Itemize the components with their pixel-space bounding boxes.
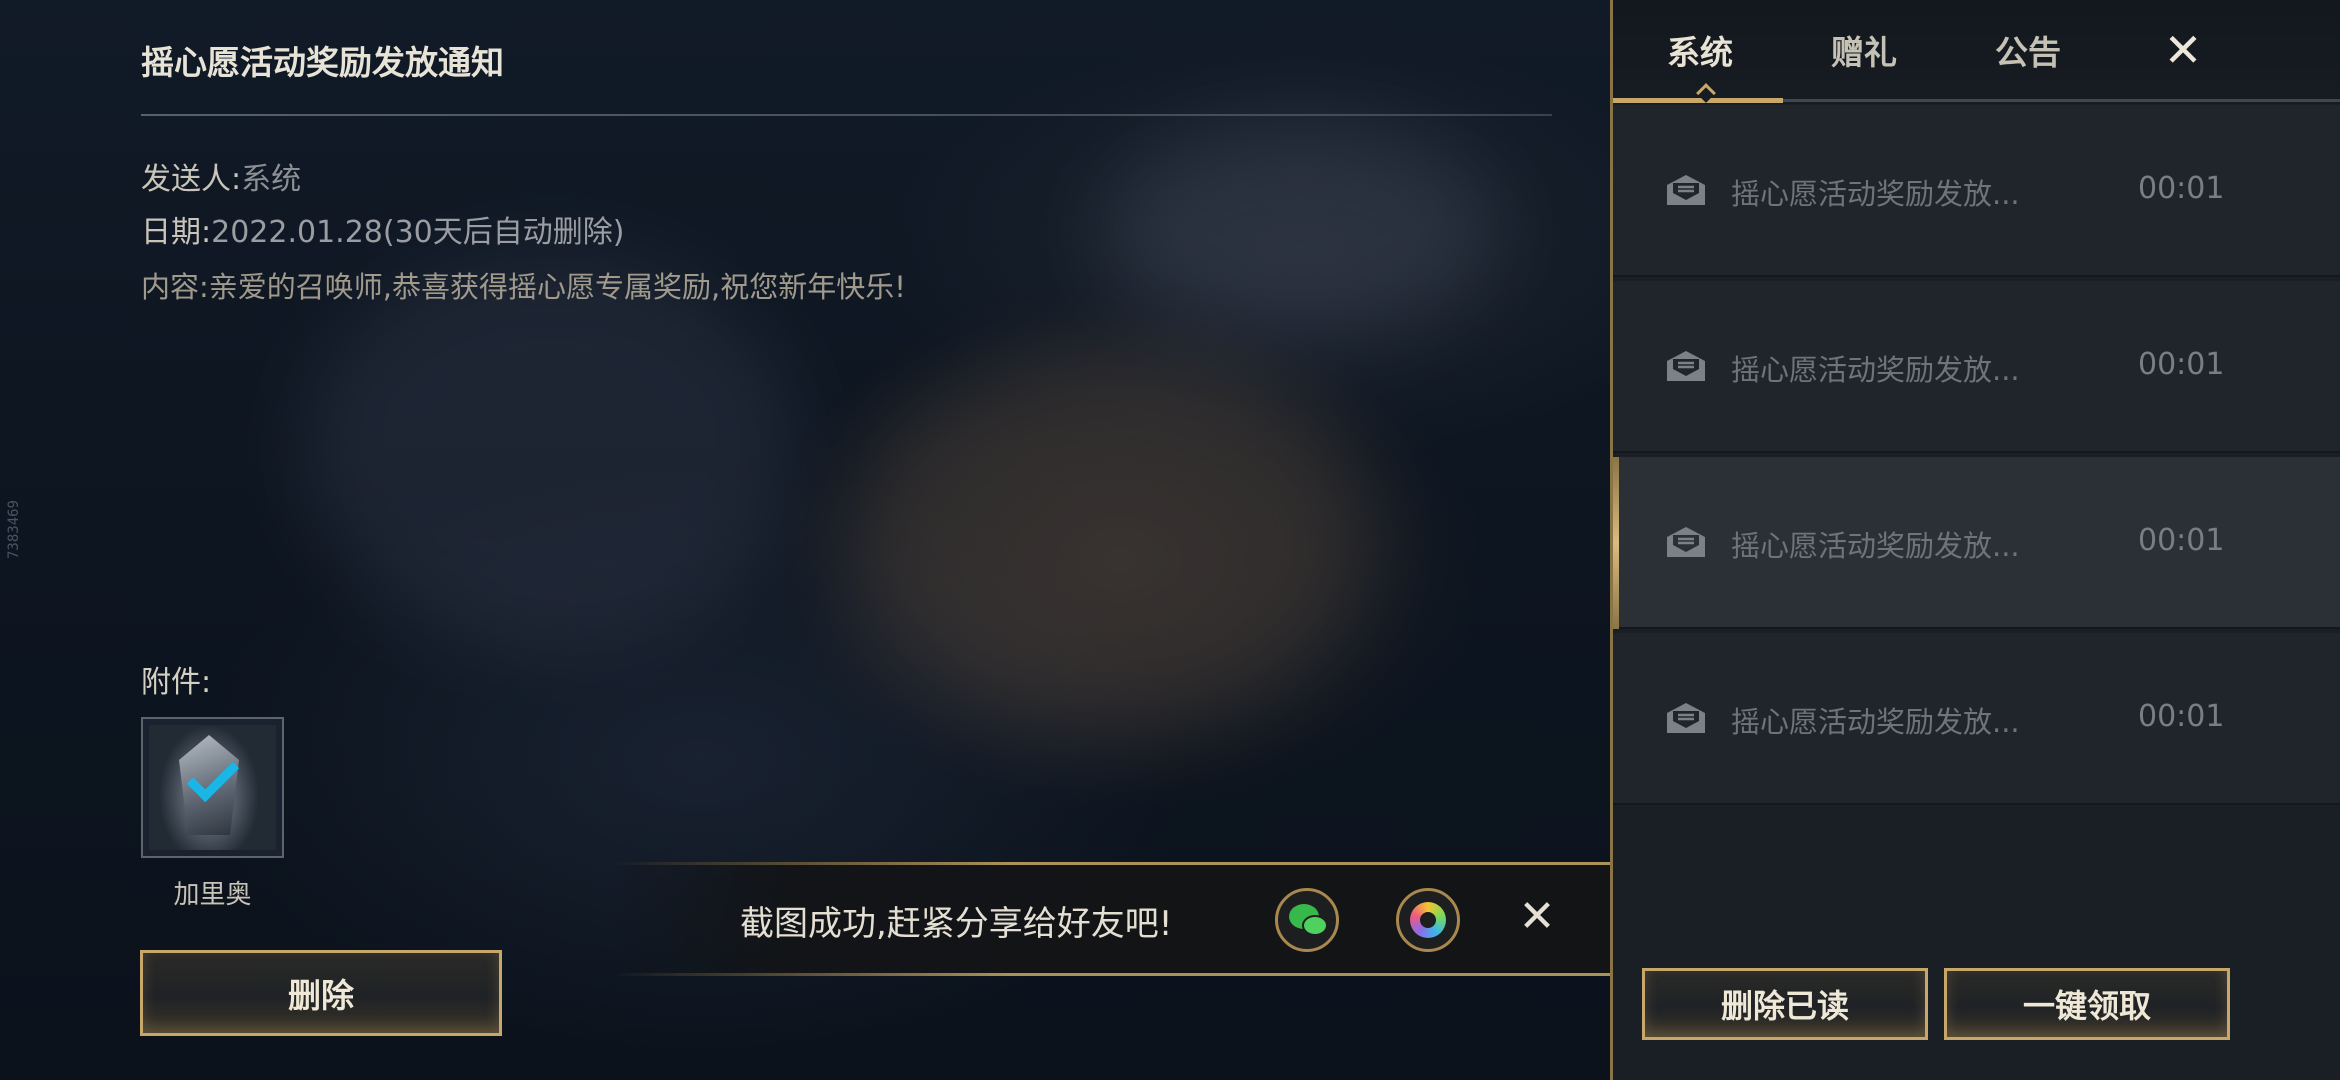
mail-opened-icon bbox=[1667, 175, 1705, 205]
collect-all-button[interactable]: 一键领取 bbox=[1944, 968, 2230, 1040]
mail-subject: 摇心愿活动奖励发放... bbox=[1731, 353, 2020, 387]
close-icon[interactable]: ✕ bbox=[1512, 892, 1562, 942]
tab-system[interactable]: 系统 bbox=[1667, 26, 1733, 74]
background-blur bbox=[850, 350, 1370, 730]
wechat-bubble-small bbox=[1302, 915, 1328, 936]
wechat-icon[interactable] bbox=[1275, 888, 1339, 952]
mail-content: 内容:亲爱的召唤师,恭喜获得摇心愿专属奖励,祝您新年快乐! bbox=[141, 270, 906, 304]
moments-icon[interactable] bbox=[1396, 888, 1460, 952]
mail-subject: 摇心愿活动奖励发放... bbox=[1731, 529, 2020, 563]
date-value: 2022.01.28(30天后自动删除) bbox=[211, 215, 625, 250]
champion-portrait bbox=[149, 725, 276, 850]
toast-message: 截图成功,赶紧分享给好友吧! bbox=[740, 904, 1173, 944]
background-blur bbox=[1100, 120, 1500, 340]
mail-subject: 摇心愿活动奖励发放... bbox=[1731, 177, 2020, 211]
screenshot-toast: 截图成功,赶紧分享给好友吧! ✕ bbox=[610, 862, 1610, 976]
background-blur bbox=[300, 250, 800, 650]
attachment-name: 加里奥 bbox=[173, 880, 252, 910]
active-tab-indicator bbox=[1613, 98, 1783, 103]
mail-row[interactable]: 摇心愿活动奖励发放... 00:01 bbox=[1613, 105, 2340, 277]
mail-time: 00:01 bbox=[2138, 523, 2225, 558]
mail-title: 摇心愿活动奖励发放通知 bbox=[141, 43, 504, 82]
attachment-label: 附件: bbox=[141, 665, 212, 700]
mail-opened-icon bbox=[1667, 351, 1705, 381]
date-label: 日期: bbox=[141, 215, 212, 250]
mail-time: 00:01 bbox=[2138, 699, 2225, 734]
mail-row-selected[interactable]: 摇心愿活动奖励发放... 00:01 bbox=[1613, 457, 2340, 629]
mail-row[interactable]: 摇心愿活动奖励发放... 00:01 bbox=[1613, 633, 2340, 805]
moments-center bbox=[1420, 912, 1436, 928]
build-id: 7383469 bbox=[6, 500, 22, 560]
tab-notice[interactable]: 公告 bbox=[1995, 26, 2061, 74]
mail-opened-icon bbox=[1667, 703, 1705, 733]
title-divider bbox=[141, 114, 1552, 116]
mail-time: 00:01 bbox=[2138, 347, 2225, 382]
toast-border-bottom bbox=[610, 973, 1610, 976]
mail-list-panel: 系统 赠礼 公告 ✕ 摇心愿活动奖励发放... 00:01 摇心愿活动奖励发放.… bbox=[1610, 0, 2340, 1080]
sender-line: 发送人:系统 bbox=[141, 154, 301, 198]
tab-gift[interactable]: 赠礼 bbox=[1831, 26, 1897, 74]
toast-border-top bbox=[610, 862, 1610, 865]
delete-button[interactable]: 删除 bbox=[140, 950, 502, 1036]
close-icon[interactable]: ✕ bbox=[2155, 22, 2211, 78]
mail-row[interactable]: 摇心愿活动奖励发放... 00:01 bbox=[1613, 281, 2340, 453]
sender-value: 系统 bbox=[241, 162, 302, 197]
mail-tabs: 系统 赠礼 公告 ✕ bbox=[1613, 0, 2340, 104]
attachment-item[interactable] bbox=[141, 717, 284, 858]
selected-indicator bbox=[1613, 457, 1619, 629]
game-mail-screen: 7383469 摇心愿活动奖励发放通知 发送人:系统 日期:2022.01.28… bbox=[0, 0, 2340, 1080]
sender-label: 发送人: bbox=[141, 162, 242, 197]
delete-read-button[interactable]: 删除已读 bbox=[1642, 968, 1928, 1040]
mail-time: 00:01 bbox=[2138, 171, 2225, 206]
mail-opened-icon bbox=[1667, 527, 1705, 557]
mail-subject: 摇心愿活动奖励发放... bbox=[1731, 705, 2020, 739]
date-line: 日期:2022.01.28(30天后自动删除) bbox=[141, 207, 624, 251]
